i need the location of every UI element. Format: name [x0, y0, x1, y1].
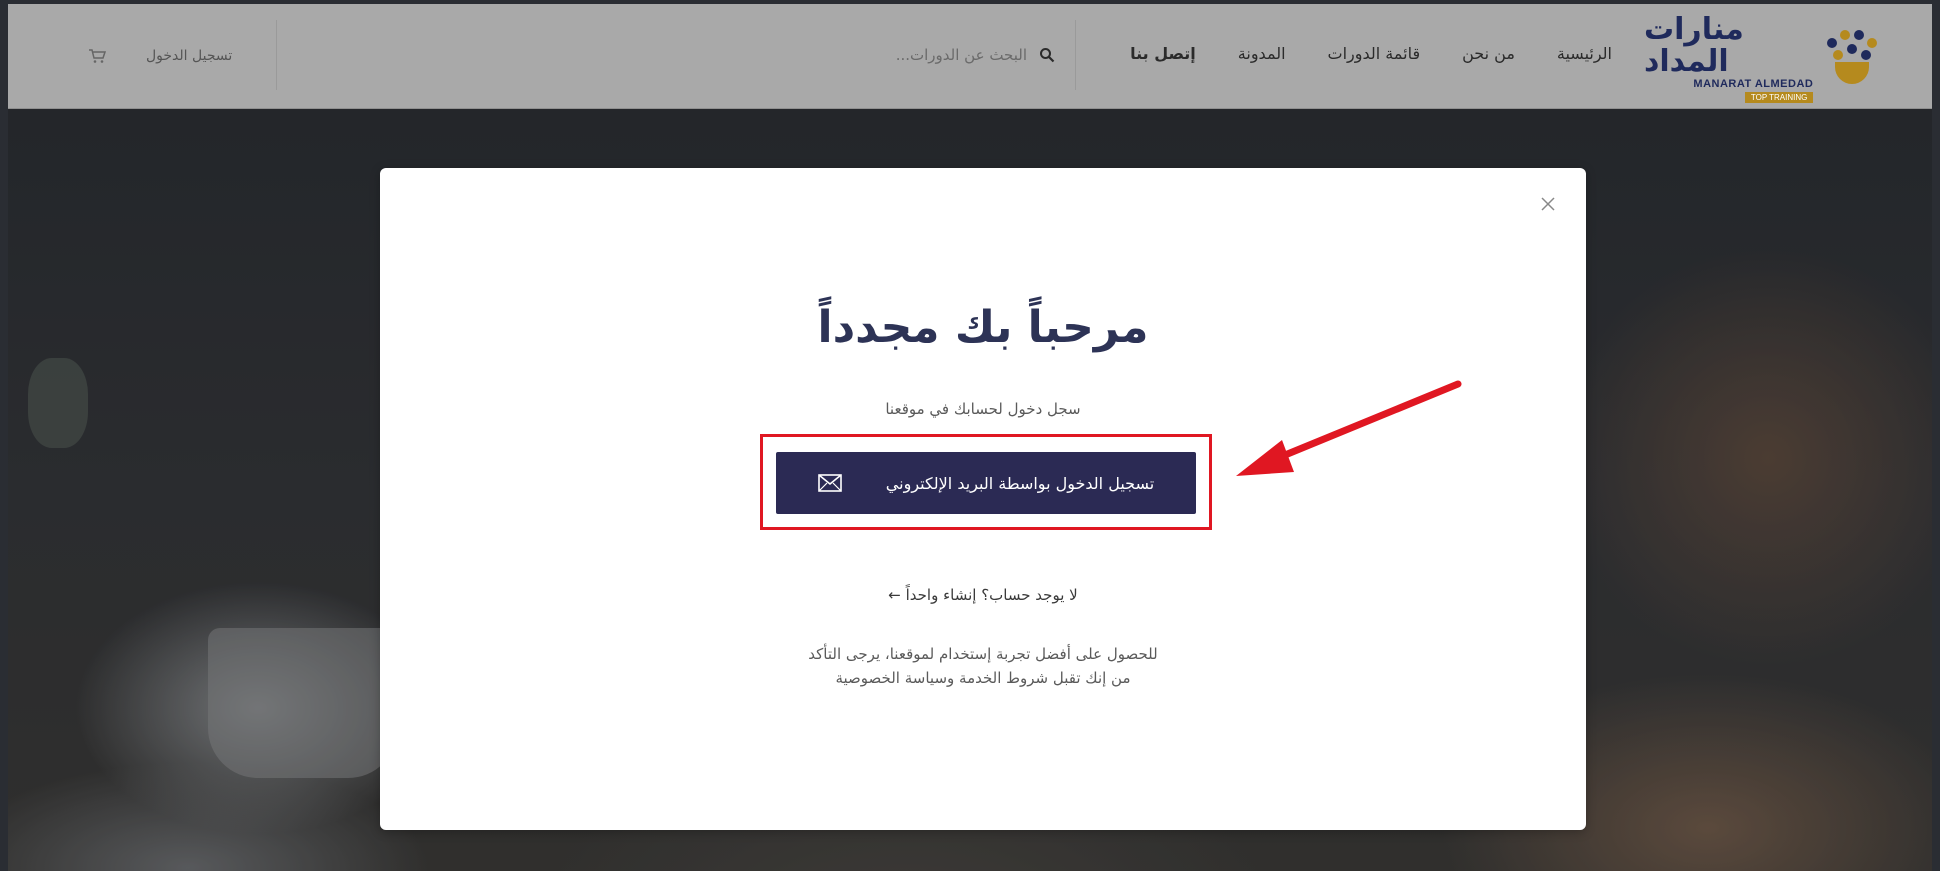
email-login-button[interactable]: تسجيل الدخول بواسطة البريد الإلكتروني: [776, 452, 1196, 514]
site-logo[interactable]: منارات المداد MANARAT ALMEDAD TOP TRAINI…: [1644, 13, 1878, 103]
logo-arabic: منارات المداد: [1644, 11, 1744, 79]
main-nav: الرئيسية من نحن قائمة الدورات المدونة إت…: [1130, 44, 1612, 63]
arrow-annotation: [1236, 380, 1462, 476]
nav-about[interactable]: من نحن: [1462, 44, 1515, 63]
signup-link[interactable]: لا يوجد حساب؟ إنشاء واحداً ←: [380, 586, 1586, 604]
logo-english: MANARAT ALMEDAD: [1693, 77, 1814, 90]
login-modal: مرحباً بك مجدداً سجل دخول لحسابك في موقع…: [380, 168, 1586, 830]
logo-tagline: TOP TRAINING: [1744, 91, 1814, 103]
terms-text: للحصول على أفضل تجربة إستخدام لموقعنا، ي…: [808, 645, 1158, 687]
page: منارات المداد MANARAT ALMEDAD TOP TRAINI…: [8, 4, 1932, 871]
nav-home[interactable]: الرئيسية: [1557, 44, 1612, 63]
search-input[interactable]: [725, 45, 1029, 65]
mail-icon: [817, 474, 842, 492]
search-bar: [276, 20, 1076, 90]
modal-title: مرحباً بك مجدداً: [817, 302, 1149, 353]
logo-text: منارات المداد MANARAT ALMEDAD TOP TRAINI…: [1644, 11, 1814, 103]
logo-icon: [1823, 28, 1878, 88]
nav-contact[interactable]: إتصل بنا: [1130, 44, 1196, 63]
close-icon[interactable]: [1538, 194, 1558, 214]
search-icon[interactable]: [1039, 47, 1055, 63]
header-login-link[interactable]: تسجيل الدخول: [146, 48, 232, 64]
site-header: منارات المداد MANARAT ALMEDAD TOP TRAINI…: [8, 4, 1932, 109]
cart-icon[interactable]: [88, 48, 106, 64]
email-login-label: تسجيل الدخول بواسطة البريد الإلكتروني: [885, 473, 1155, 493]
nav-blog[interactable]: المدونة: [1238, 44, 1286, 63]
nav-courses[interactable]: قائمة الدورات: [1328, 44, 1421, 63]
